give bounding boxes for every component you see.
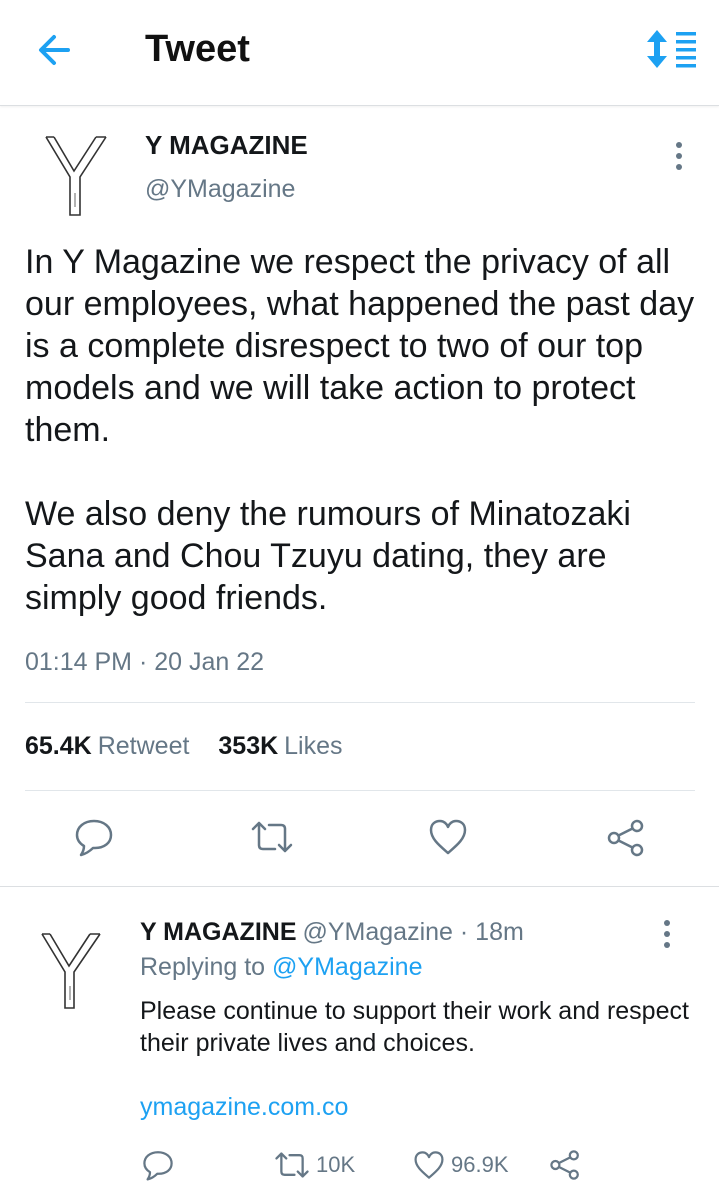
like-button[interactable]	[428, 818, 468, 861]
reply-retweet-count: 10K	[316, 1152, 356, 1177]
likes-stat[interactable]: 353K Likes	[218, 732, 364, 760]
retweets-stat[interactable]: 65.4K Retweet	[25, 732, 218, 760]
reply-button[interactable]	[74, 817, 114, 862]
reply-text: Please continue to support their work an…	[140, 997, 689, 1057]
tweet-timestamp: 01:14 PM · 20 Jan 22	[25, 648, 265, 676]
likes-count: 353K	[218, 732, 279, 760]
retweet-count: 65.4K	[25, 732, 92, 760]
reply-retweet-button[interactable]: 10K	[274, 1148, 355, 1182]
reply-author-name[interactable]: Y MAGAZINE	[140, 918, 297, 946]
reply-header: Y MAGAZINE @YMagazine · 18m	[140, 918, 524, 947]
likes-label: Likes	[284, 732, 343, 760]
sort-button[interactable]	[645, 28, 700, 70]
reply-handle-time: @YMagazine · 18m	[302, 918, 524, 946]
retweet-icon	[275, 1152, 309, 1178]
divider	[25, 702, 695, 703]
author-name[interactable]: Y MAGAZINE	[145, 130, 308, 161]
reply-icon	[75, 819, 113, 857]
reply-avatar[interactable]	[38, 928, 104, 1014]
divider	[0, 886, 719, 887]
share-button[interactable]	[606, 818, 646, 863]
author-handle[interactable]: @YMagazine	[145, 175, 295, 204]
reply-like-button[interactable]: 96.9K	[413, 1148, 509, 1182]
reply-like-count: 96.9K	[451, 1152, 509, 1177]
back-button[interactable]	[30, 28, 80, 72]
more-vertical-icon	[664, 920, 670, 948]
heart-icon	[414, 1151, 444, 1179]
retweet-label: Retweet	[97, 732, 190, 760]
reply-more-options-button[interactable]	[656, 918, 678, 950]
tweet-paragraph: In Y Magazine we respect the privacy of …	[25, 243, 695, 449]
share-icon	[607, 819, 644, 857]
y-magazine-logo	[41, 933, 101, 1009]
y-magazine-logo	[45, 136, 107, 216]
heart-icon	[429, 819, 467, 855]
reply-link[interactable]: ymagazine.com.co	[140, 1093, 348, 1122]
more-vertical-icon	[676, 142, 682, 170]
avatar[interactable]	[40, 133, 112, 219]
tweet-paragraph: We also deny the rumours of Minatozaki S…	[25, 495, 631, 617]
reply-reply-button[interactable]	[142, 1148, 174, 1182]
replying-to-handle[interactable]: @YMagazine	[272, 953, 422, 981]
replying-to: Replying to @YMagazine	[140, 953, 422, 982]
reply-share-button[interactable]	[549, 1148, 581, 1182]
replying-to-label: Replying to	[140, 953, 266, 981]
more-options-button[interactable]	[668, 140, 690, 172]
retweet-icon	[251, 821, 293, 853]
page-title: Tweet	[145, 28, 250, 70]
divider	[25, 790, 695, 791]
retweet-button[interactable]	[250, 819, 294, 860]
tweet-stats: 65.4K Retweet 353K Likes	[25, 732, 365, 761]
tweet-text: In Y Magazine we respect the privacy of …	[25, 241, 705, 619]
tweet-detail-screen: Tweet Y MAGAZINE @YMagazine In Y Magazin…	[0, 0, 719, 1191]
reply-icon	[143, 1151, 173, 1181]
share-icon	[550, 1150, 579, 1180]
top-bar: Tweet	[0, 0, 719, 106]
arrow-left-icon	[39, 35, 70, 65]
sort-list-icon	[647, 30, 696, 68]
